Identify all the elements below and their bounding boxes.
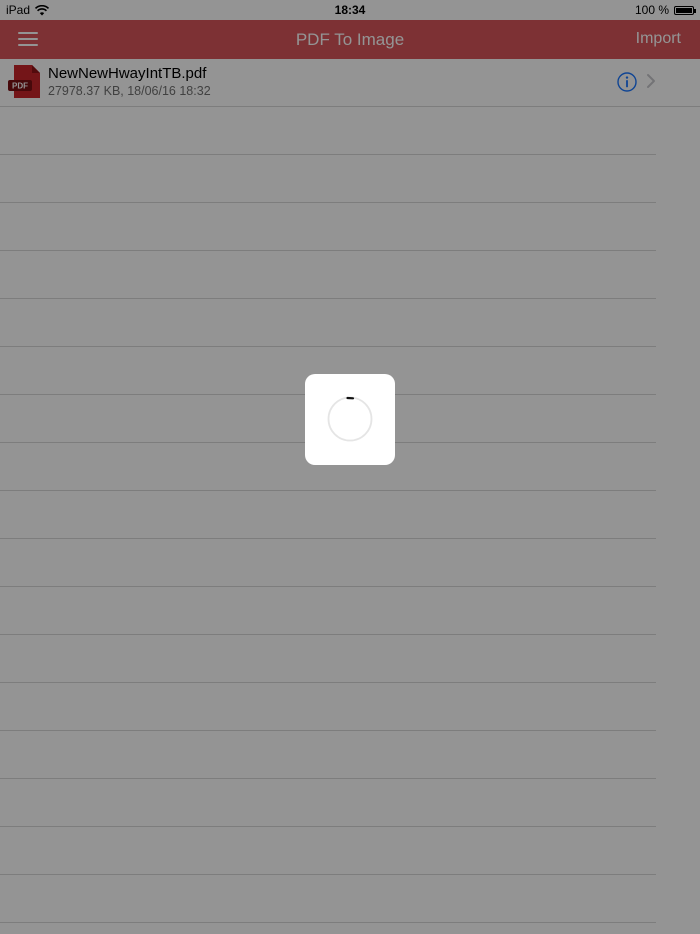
spinner-icon <box>327 396 373 442</box>
modal-dim-overlay <box>0 0 700 934</box>
loading-indicator <box>305 374 395 465</box>
